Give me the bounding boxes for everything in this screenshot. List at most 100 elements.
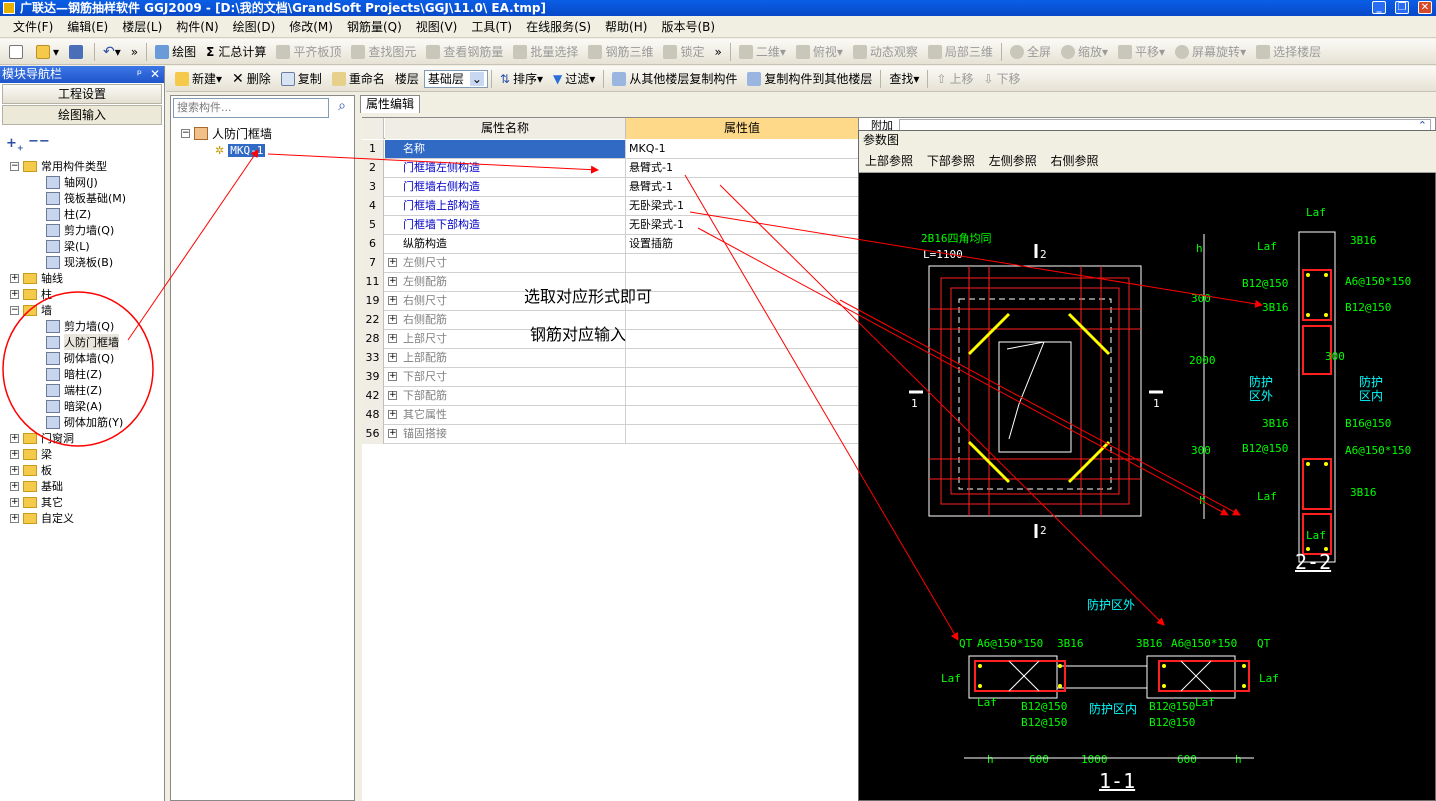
property-value-cell[interactable] (625, 273, 858, 292)
property-value-cell[interactable] (625, 425, 858, 444)
find-button[interactable]: 查找 ▾ (884, 68, 924, 90)
nav-tree-item[interactable]: 暗梁(A) (46, 398, 102, 414)
collapse-icon[interactable]: − (10, 305, 19, 315)
property-row[interactable]: 3 门框墙右侧构造 悬臂式-1 (362, 178, 858, 197)
menu-help[interactable]: 帮助(H) (598, 18, 654, 35)
expand-icon[interactable]: + (388, 410, 397, 419)
property-row[interactable]: 56 + 锚固搭接 (362, 425, 858, 444)
nav-tree-item[interactable]: 剪力墙(Q) (46, 318, 114, 334)
nav-tree-item[interactable]: + 板 (10, 462, 52, 478)
expand-icon[interactable]: + (10, 289, 19, 299)
rotate-button[interactable]: 屏幕旋转 ▾ (1170, 41, 1251, 63)
collapse-icon[interactable]: − (10, 161, 19, 171)
move-down-button[interactable]: ⇩ 下移 (978, 68, 1025, 90)
sort-button[interactable]: ⇅ 排序 ▾ (495, 68, 548, 90)
pan-button[interactable]: 平移 ▾ (1113, 41, 1170, 63)
expand-icon[interactable]: + (388, 296, 397, 305)
menu-version[interactable]: 版本号(B) (654, 18, 722, 35)
open-file-button[interactable]: ▾ (31, 41, 64, 63)
tab-bottom-reference[interactable]: 下部参照 (927, 154, 975, 168)
copy-component-button[interactable]: 复制 (276, 68, 327, 90)
pin-icon[interactable]: ᵖ (137, 66, 142, 83)
property-value-cell[interactable]: 设置插筋 (625, 235, 858, 254)
menu-file[interactable]: 文件(F) (6, 18, 60, 35)
nav-tree-item[interactable]: 暗柱(Z) (46, 366, 102, 382)
property-row[interactable]: 48 + 其它属性 (362, 406, 858, 425)
project-settings-button[interactable]: 工程设置 (2, 84, 162, 104)
property-value-cell[interactable]: 悬臂式-1 (625, 159, 858, 178)
property-value-cell[interactable]: 悬臂式-1 (625, 178, 858, 197)
nav-tree-item[interactable]: 人防门框墙 (46, 334, 119, 350)
comp-tree-root[interactable]: − 人防门框墙 (181, 125, 272, 141)
expand-icon[interactable]: + (10, 513, 19, 523)
draw-button[interactable]: 绘图 (150, 41, 201, 63)
property-value-cell[interactable] (625, 406, 858, 425)
nav-tree-item[interactable]: 端柱(Z) (46, 382, 102, 398)
search-input[interactable]: 搜索构件... (173, 98, 329, 118)
nav-tree-item[interactable]: + 其它 (10, 494, 63, 510)
sum-button[interactable]: Σ 汇总计算 (201, 41, 271, 63)
nav-tree-item[interactable]: + 柱 (10, 286, 52, 302)
menu-component[interactable]: 构件(N) (169, 18, 225, 35)
drawing-input-button[interactable]: 绘图输入 (2, 105, 162, 125)
expand-icon[interactable]: + (10, 481, 19, 491)
property-row[interactable]: 2 门框墙左侧构造 悬臂式-1 (362, 159, 858, 178)
property-value-cell[interactable] (625, 387, 858, 406)
tab-left-reference[interactable]: 左侧参照 (989, 154, 1037, 168)
collapse-all-icon[interactable]: −− (28, 134, 50, 149)
restore-button[interactable]: ❐ (1395, 1, 1409, 14)
select-floor-button[interactable]: 选择楼层 (1251, 41, 1326, 63)
filter-button[interactable]: ▼ 过滤 ▾ (548, 68, 600, 90)
rebar-3d-button[interactable]: 钢筋三维 (583, 41, 658, 63)
move-up-button[interactable]: ⇧ 上移 (931, 68, 978, 90)
nav-tree-item[interactable]: + 自定义 (10, 510, 74, 526)
search-icon[interactable]: ⌕ (331, 98, 353, 118)
menu-edit[interactable]: 编辑(E) (60, 18, 115, 35)
view-rebar-button[interactable]: 查看钢筋量 (421, 41, 508, 63)
expand-icon[interactable]: + (388, 391, 397, 400)
expand-icon[interactable]: + (10, 273, 19, 283)
property-value-cell[interactable] (625, 330, 858, 349)
property-value-cell[interactable]: MKQ-1 (625, 140, 858, 159)
lock-button[interactable]: 锁定 (658, 41, 709, 63)
menu-rebar[interactable]: 钢筋量(Q) (340, 18, 409, 35)
expand-icon[interactable]: + (10, 433, 19, 443)
close-icon[interactable]: ✕ (150, 66, 160, 83)
delete-component-button[interactable]: ✕ 删除 (227, 68, 276, 90)
property-row[interactable]: 39 + 下部尺寸 (362, 368, 858, 387)
property-value-cell[interactable]: 无卧梁式-1 (625, 216, 858, 235)
expand-icon[interactable]: + (388, 372, 397, 381)
property-row[interactable]: 4 门框墙上部构造 无卧梁式-1 (362, 197, 858, 216)
property-row[interactable]: 1 名称 MKQ-1 (362, 140, 858, 159)
save-button[interactable] (64, 41, 91, 63)
expand-icon[interactable]: + (388, 353, 397, 362)
property-row[interactable]: 6 纵筋构造 设置插筋 (362, 235, 858, 254)
rename-button[interactable]: 重命名 (327, 68, 390, 90)
nav-tree-item[interactable]: 梁(L) (46, 238, 90, 254)
property-row[interactable]: 42 + 下部配筋 (362, 387, 858, 406)
menu-floor[interactable]: 楼层(L) (115, 18, 169, 35)
top-view-button[interactable]: 俯视 ▾ (791, 41, 848, 63)
property-value-cell[interactable] (625, 254, 858, 273)
expand-icon[interactable]: + (388, 315, 397, 324)
nav-tree-item[interactable]: 现浇板(B) (46, 254, 113, 270)
nav-tree-item[interactable]: 柱(Z) (46, 206, 91, 222)
close-button[interactable]: ✕ (1418, 1, 1432, 14)
nav-tree-item[interactable]: − 常用构件类型 (10, 158, 107, 174)
property-value-cell[interactable] (625, 311, 858, 330)
nav-tree-item[interactable]: + 门窗洞 (10, 430, 74, 446)
nav-tree-item[interactable]: + 轴线 (10, 270, 63, 286)
nav-tree-item[interactable]: 砌体墙(Q) (46, 350, 114, 366)
expand-icon[interactable]: + (388, 429, 397, 438)
nav-tree-item[interactable]: − 墙 (10, 302, 52, 318)
copy-to-floor-button[interactable]: 复制构件到其他楼层 (742, 68, 877, 90)
property-value-cell[interactable] (625, 292, 858, 311)
expand-icon[interactable]: + (388, 258, 397, 267)
expand-icon[interactable]: + (10, 449, 19, 459)
new-component-button[interactable]: 新建 ▾ (170, 68, 227, 90)
property-row[interactable]: 33 + 上部配筋 (362, 349, 858, 368)
nav-tree-item[interactable]: 剪力墙(Q) (46, 222, 114, 238)
expand-icon[interactable]: + (10, 465, 19, 475)
expand-icon[interactable]: + (10, 497, 19, 507)
property-value-cell[interactable] (625, 349, 858, 368)
